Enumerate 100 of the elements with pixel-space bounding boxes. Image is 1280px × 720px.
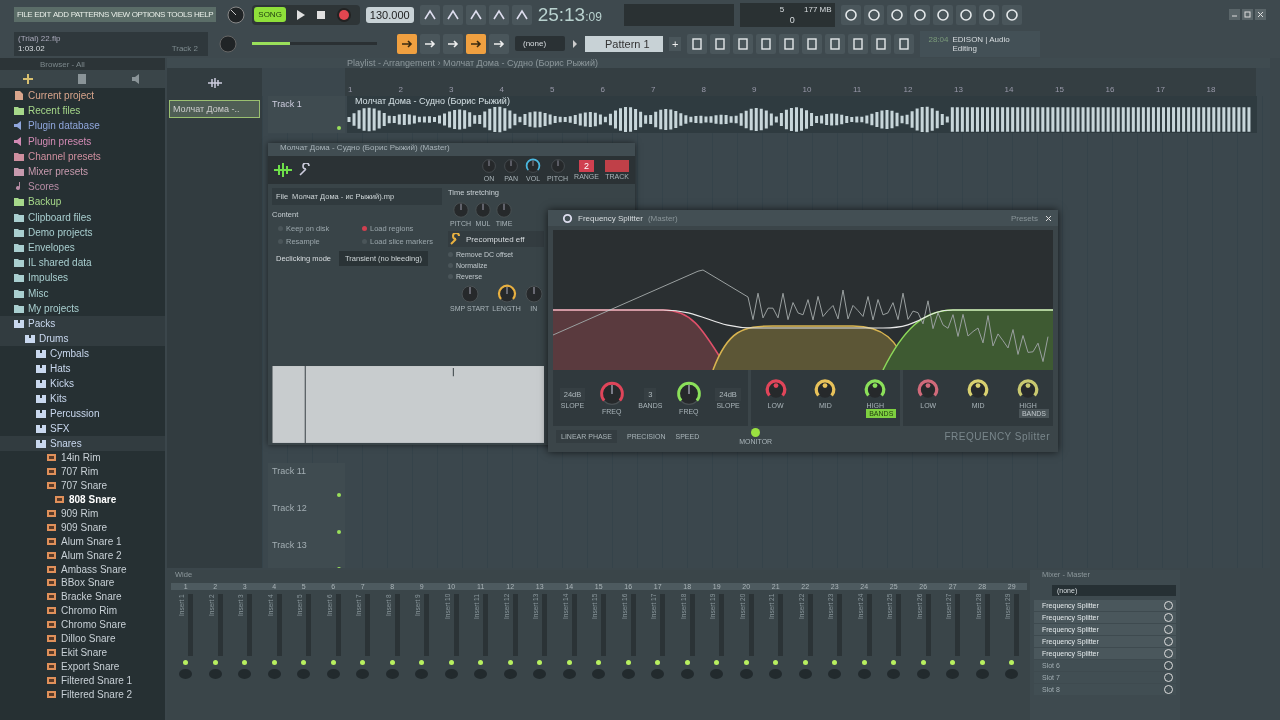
- record-icon[interactable]: [335, 6, 352, 23]
- led-indicator[interactable]: [478, 660, 484, 665]
- browser-item[interactable]: Chromo Rim: [61, 605, 118, 617]
- led-indicator[interactable]: [979, 660, 985, 665]
- browser-item[interactable]: Filtered Snare 2: [61, 688, 133, 700]
- toolbar-toggle[interactable]: [420, 33, 440, 54]
- browser-item[interactable]: Alum Snare 2: [61, 549, 122, 561]
- waveform-icon[interactable]: [274, 163, 292, 177]
- browser-item[interactable]: Mixer presets: [28, 166, 88, 178]
- browser-item[interactable]: 14in Rim: [61, 452, 101, 464]
- browser-item[interactable]: Drums: [39, 333, 69, 344]
- browser-item[interactable]: Ambass Snare: [61, 563, 127, 575]
- knob[interactable]: [675, 381, 702, 407]
- pattern-selector[interactable]: Pattern 1: [585, 35, 663, 52]
- browser-item[interactable]: Recent files: [28, 105, 81, 117]
- knob[interactable]: [226, 4, 247, 25]
- browser-item[interactable]: My projects: [28, 302, 80, 314]
- browser-item[interactable]: Impulses: [28, 272, 68, 284]
- browser-item[interactable]: Envelopes: [28, 241, 75, 253]
- led-indicator[interactable]: [537, 660, 543, 665]
- browser-item[interactable]: Chromo Snare: [61, 619, 127, 631]
- range-readout[interactable]: 2: [579, 160, 595, 172]
- knob[interactable]: [967, 378, 990, 401]
- led-indicator[interactable]: [773, 660, 779, 665]
- led-indicator[interactable]: [301, 660, 307, 665]
- browser-item[interactable]: 808 Snare: [69, 494, 117, 506]
- audio-clip[interactable]: Молчат Дома - Судно (Борис Рыжий): [347, 96, 1257, 133]
- led-indicator[interactable]: [684, 660, 690, 665]
- led-indicator[interactable]: [596, 660, 602, 665]
- led-indicator[interactable]: [566, 660, 572, 665]
- led-indicator[interactable]: [183, 660, 189, 665]
- browser-item[interactable]: Hats: [50, 363, 71, 374]
- led-indicator[interactable]: [212, 660, 218, 665]
- led-indicator[interactable]: [743, 660, 749, 665]
- monitor-toggle[interactable]: [751, 427, 761, 437]
- browser-item[interactable]: Clipboard files: [28, 211, 92, 223]
- timeline-ruler[interactable]: 1 2 3 4 5 6 7 8 9 10 11 12 13 14 15 16 17 18: [345, 68, 1256, 96]
- browser-item[interactable]: Export Snare: [61, 660, 120, 672]
- led-indicator[interactable]: [330, 660, 336, 665]
- toolbar-toggle[interactable]: [489, 33, 509, 54]
- browser-item[interactable]: Packs: [28, 317, 56, 329]
- menu-item[interactable]: EDIT: [34, 10, 51, 19]
- browser-item[interactable]: Demo projects: [28, 226, 93, 238]
- led-indicator[interactable]: [920, 660, 926, 665]
- browser-item[interactable]: Percussion: [50, 408, 100, 419]
- led-indicator[interactable]: [861, 660, 867, 665]
- knob[interactable]: [917, 378, 940, 401]
- snap-dropdown[interactable]: (none): [515, 36, 565, 51]
- browser-item[interactable]: Cymbals: [50, 348, 89, 359]
- led-indicator[interactable]: [448, 660, 454, 665]
- led-indicator[interactable]: [271, 660, 277, 665]
- browser-item[interactable]: Snares: [50, 438, 82, 449]
- knob[interactable]: [496, 284, 517, 305]
- wrench-icon[interactable]: [298, 163, 312, 177]
- wrench-icon[interactable]: [450, 233, 462, 246]
- maximize-icon[interactable]: [1242, 9, 1253, 20]
- menu-item[interactable]: VIEW: [110, 10, 130, 19]
- browser-item[interactable]: Ekit Snare: [61, 646, 108, 658]
- toolbar-toggle[interactable]: [397, 33, 417, 54]
- master-volume-slider[interactable]: [252, 42, 377, 45]
- toolbar-toggle[interactable]: [466, 33, 486, 54]
- led-indicator[interactable]: [802, 660, 808, 665]
- led-indicator[interactable]: [389, 660, 395, 665]
- track-button[interactable]: [605, 160, 629, 172]
- browser-item[interactable]: Backup: [28, 196, 62, 208]
- led-indicator[interactable]: [891, 660, 897, 665]
- browser-item[interactable]: Kits: [50, 393, 67, 404]
- knob[interactable]: [525, 158, 542, 174]
- led-indicator[interactable]: [507, 660, 513, 665]
- browser-item[interactable]: Alum Snare 1: [61, 535, 122, 547]
- browser-item[interactable]: IL shared data: [28, 257, 92, 269]
- song-mode-button[interactable]: SONG: [254, 7, 286, 22]
- browser-item[interactable]: BBox Snare: [61, 577, 115, 589]
- browser-item[interactable]: Dilloo Snare: [61, 633, 116, 644]
- browser-item[interactable]: Current project: [28, 90, 95, 102]
- led-indicator[interactable]: [1009, 660, 1015, 665]
- browser-item[interactable]: Channel presets: [28, 150, 101, 162]
- browser-item[interactable]: Filtered Snare 1: [61, 674, 133, 686]
- menu-item[interactable]: ADD: [52, 10, 69, 19]
- browser-item[interactable]: Plugin database: [28, 120, 100, 132]
- led-indicator[interactable]: [832, 660, 838, 665]
- plus-icon[interactable]: [22, 74, 33, 84]
- browser-item[interactable]: 707 Rim: [61, 466, 99, 478]
- menu-item[interactable]: PATTERNS: [70, 10, 109, 19]
- browser-item[interactable]: Misc: [28, 287, 49, 299]
- menu-item[interactable]: HELP: [194, 10, 214, 19]
- browser-item[interactable]: 909 Rim: [61, 508, 99, 519]
- browser-item[interactable]: 707 Snare: [61, 480, 108, 492]
- add-pattern-button[interactable]: +: [669, 36, 682, 51]
- browser-item[interactable]: Plugin presets: [28, 135, 92, 147]
- led-indicator[interactable]: [625, 660, 631, 665]
- led-indicator[interactable]: [655, 660, 661, 665]
- led-indicator[interactable]: [950, 660, 956, 665]
- knob[interactable]: [814, 378, 837, 401]
- play-icon[interactable]: [295, 8, 306, 21]
- close-icon[interactable]: [1255, 9, 1266, 20]
- toolbar-toggle[interactable]: [443, 33, 463, 54]
- led-indicator[interactable]: [360, 660, 366, 665]
- clip-picker-item[interactable]: Молчат Дома -..: [169, 100, 260, 118]
- file-icon[interactable]: [78, 74, 87, 84]
